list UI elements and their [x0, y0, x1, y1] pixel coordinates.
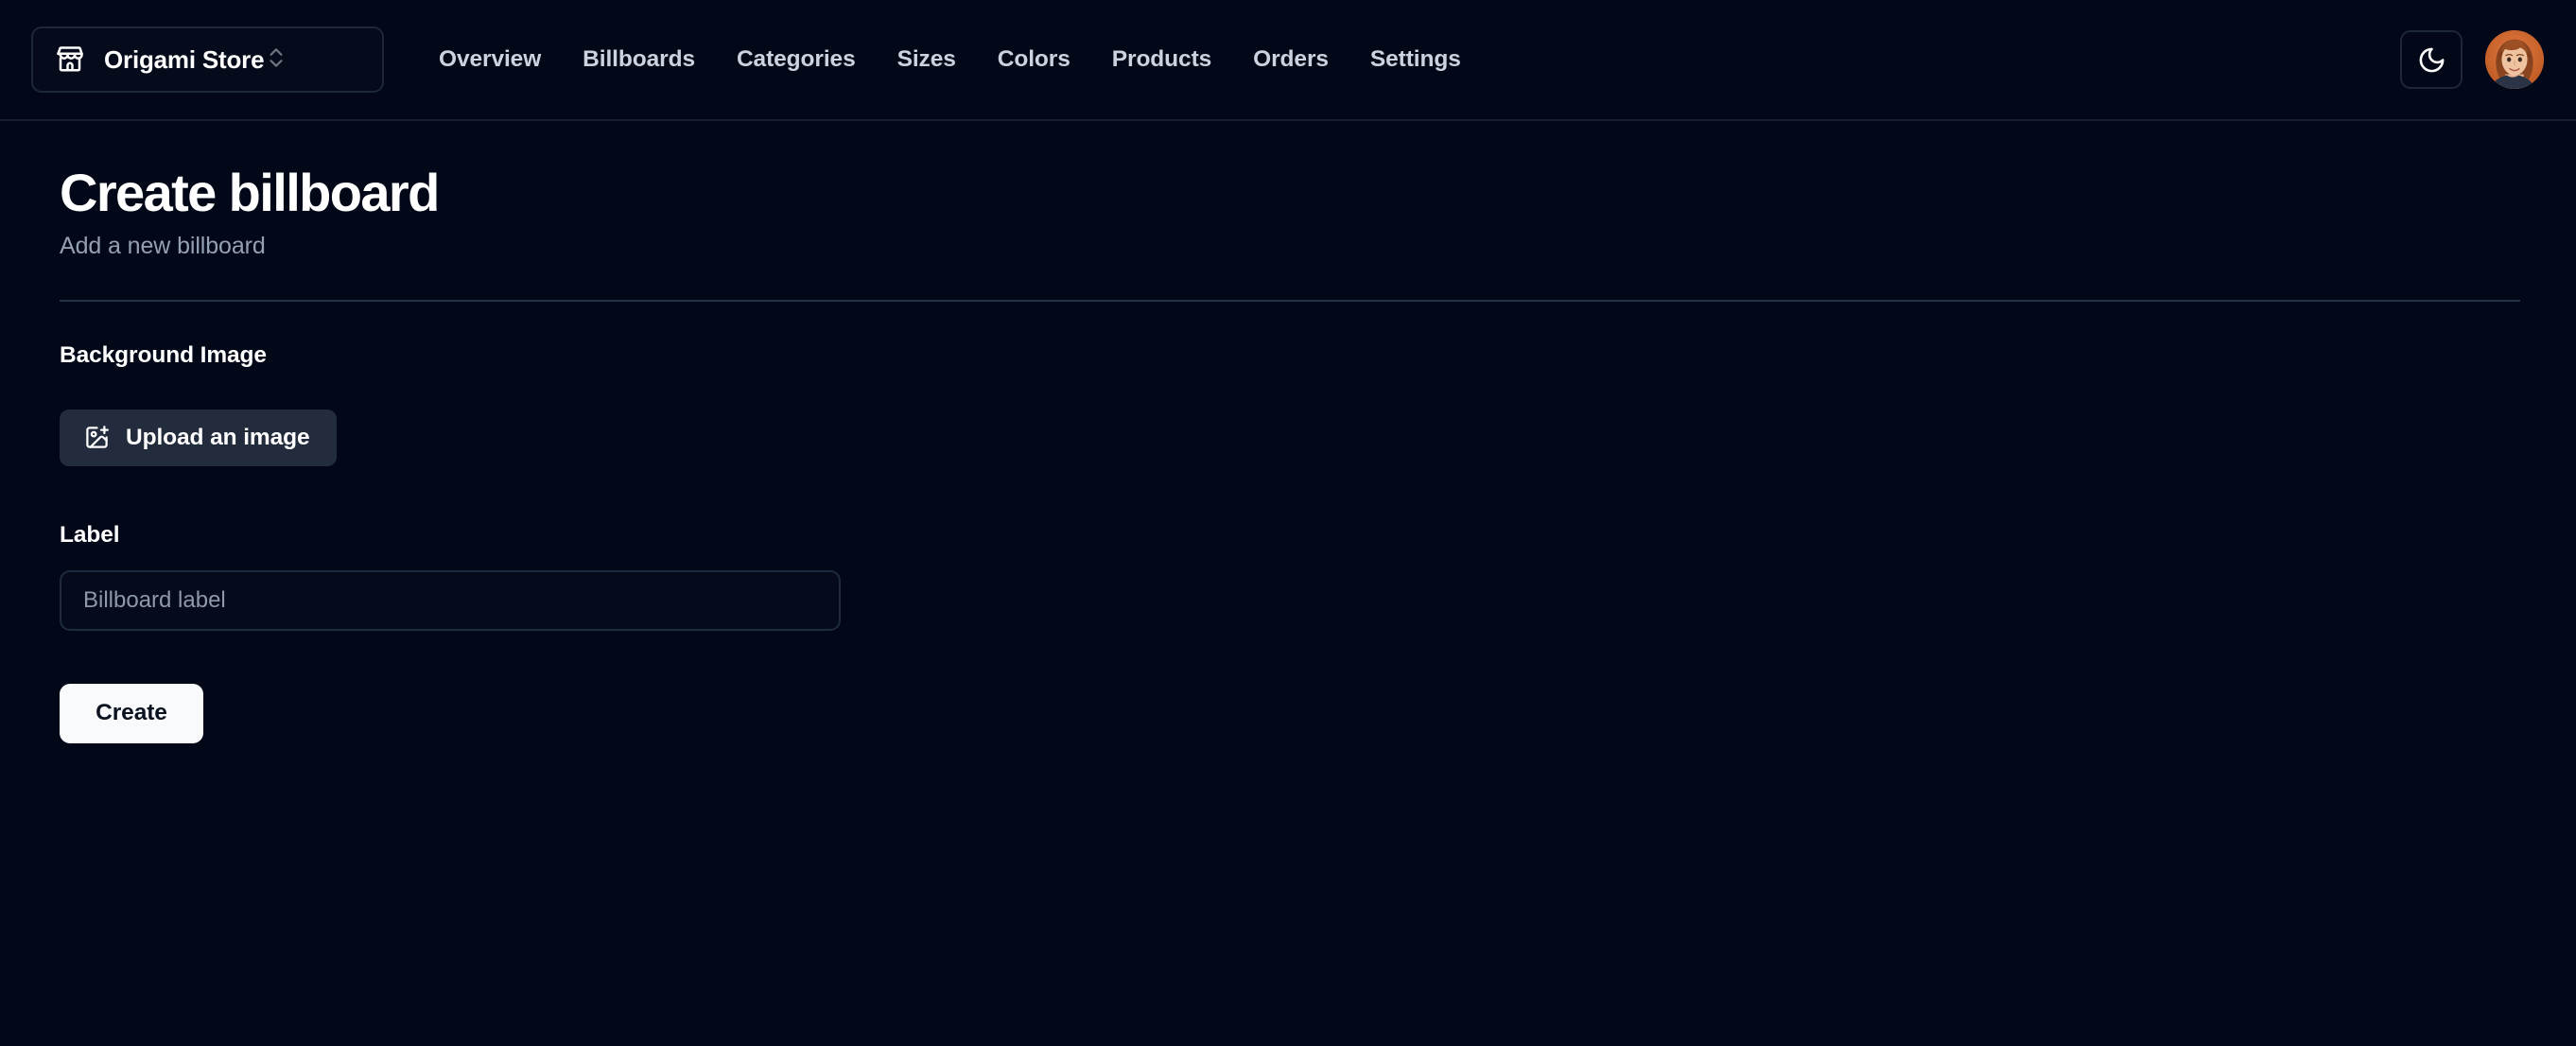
upload-image-button[interactable]: Upload an image [60, 409, 337, 466]
page-subtitle: Add a new billboard [60, 232, 266, 259]
nav-link-sizes[interactable]: Sizes [877, 39, 977, 80]
background-image-label: Background Image [60, 341, 267, 368]
page-heading-block: Create billboard Add a new billboard [60, 121, 2516, 260]
user-avatar-image [2485, 30, 2544, 89]
page-title: Create billboard [60, 163, 440, 222]
upload-image-button-label: Upload an image [126, 424, 310, 450]
store-icon [56, 45, 84, 74]
label-field-label: Label [60, 521, 120, 548]
top-header: Origami Store Overview Billboards Catego… [0, 0, 2576, 121]
theme-toggle-button[interactable] [2400, 30, 2463, 89]
nav-link-overview[interactable]: Overview [418, 39, 562, 80]
create-billboard-form: Background Image Upload an image Label B… [60, 342, 2516, 743]
moon-icon [2417, 45, 2446, 75]
billboard-label-input[interactable] [60, 569, 841, 631]
nav-link-colors[interactable]: Colors [977, 39, 1091, 80]
nav-link-settings[interactable]: Settings [1349, 39, 1482, 80]
main-navigation: Overview Billboards Categories Sizes Col… [418, 39, 1482, 80]
header-actions [2400, 30, 2544, 89]
create-button[interactable]: Create [60, 683, 203, 743]
image-plus-icon [84, 425, 110, 450]
nav-link-categories[interactable]: Categories [716, 39, 877, 80]
nav-link-orders[interactable]: Orders [1232, 39, 1349, 80]
avatar[interactable] [2485, 30, 2544, 89]
page-content: Create billboard Add a new billboard Bac… [0, 121, 2576, 743]
nav-link-billboards[interactable]: Billboards [562, 39, 716, 80]
background-image-section: Background Image Upload an image [60, 342, 2516, 466]
store-name: Origami Store [104, 44, 265, 74]
label-field-group: Label [60, 522, 2516, 631]
chevrons-up-down-icon [264, 45, 288, 75]
store-switcher[interactable]: Origami Store [31, 26, 384, 93]
nav-link-products[interactable]: Products [1091, 39, 1232, 80]
heading-separator [60, 299, 2520, 302]
